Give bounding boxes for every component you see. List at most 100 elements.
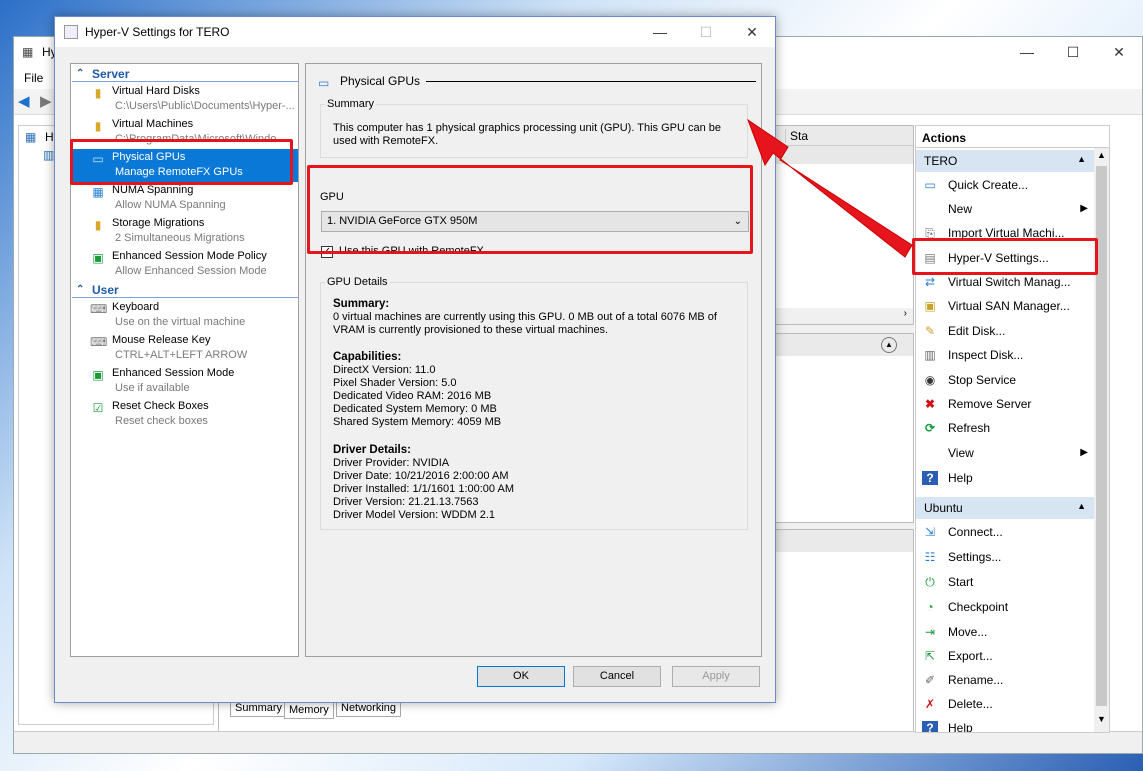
cancel-button[interactable]: Cancel [573,666,661,687]
nav-item-keyboard[interactable]: ⌨ Keyboard Use on the virtual machine [72,299,298,332]
storage-icon: ▮ [94,218,102,232]
driver-line: Driver Model Version: WDDM 2.1 [333,509,495,521]
nav-item-enhanced-session-mode[interactable]: ▣ Enhanced Session Mode Use if available [72,365,298,398]
driver-line: Driver Installed: 1/1/1601 1:00:00 AM [333,483,514,495]
action-label: Edit Disk... [948,324,1006,338]
delete-icon: ✗ [924,697,936,711]
action-refresh[interactable]: ⟳ Refresh [916,416,1094,440]
collapse-chevron-icon[interactable]: ⌃ [76,66,84,82]
nav-section-server[interactable]: ⌃ Server [72,66,298,82]
ok-button[interactable]: OK [477,666,565,687]
nav-item-subtitle: 2 Simultaneous Migrations [115,232,245,244]
remove-icon: ✖ [924,397,936,411]
nav-item-enhanced-session-policy[interactable]: ▣ Enhanced Session Mode Policy Allow Enh… [72,248,298,281]
action-group-tero[interactable]: TERO ▲ [916,150,1094,172]
minimize-icon[interactable]: — [1004,37,1050,67]
collapse-up-icon[interactable]: ▲ [881,337,897,353]
action-start[interactable]: ⏻ Start [916,570,1094,594]
nav-item-storage-migrations[interactable]: ▮ Storage Migrations 2 Simultaneous Migr… [72,215,298,248]
nav-item-title: NUMA Spanning [112,184,194,196]
collapse-icon[interactable]: ▲ [1077,154,1086,164]
scroll-down-icon[interactable]: ▼ [1097,714,1106,724]
manager-app-icon: ▦ [22,45,34,59]
action-label: Export... [948,649,993,663]
action-virtual-san-manager[interactable]: ▣ Virtual SAN Manager... [916,294,1094,318]
menu-file[interactable]: File [24,71,43,85]
nav-item-numa-spanning[interactable]: ▦ NUMA Spanning Allow NUMA Spanning [72,182,298,215]
submenu-arrow-icon: ▶ [1080,203,1088,214]
connect-icon: ⇲ [924,525,936,539]
reset-check-icon: ☑ [92,401,104,415]
monitor-icon: ▭ [924,178,936,192]
action-label: Move... [948,625,988,639]
nav-item-title: Keyboard [112,301,160,313]
back-arrow-icon[interactable]: ◀ [18,92,30,110]
action-stop-service[interactable]: ◉ Stop Service [916,368,1094,392]
action-quick-create[interactable]: ▭ Quick Create... [916,173,1094,197]
move-icon: ⇥ [924,625,936,639]
action-edit-disk[interactable]: ✎ Edit Disk... [916,319,1094,343]
scroll-up-icon[interactable]: ▲ [1097,150,1106,160]
maximize-icon[interactable]: ☐ [1050,37,1096,67]
settings-app-icon [64,25,78,39]
action-view[interactable]: View ▶ [916,441,1094,465]
page-title: Physical GPUs [340,74,421,88]
close-icon[interactable]: ✕ [1096,37,1142,67]
rename-icon: ✐ [924,673,936,687]
action-inspect-disk[interactable]: ▥ Inspect Disk... [916,343,1094,367]
forward-arrow-icon[interactable]: ▶ [40,92,52,110]
action-connect[interactable]: ⇲ Connect... [916,520,1094,544]
nav-item-virtual-hard-disks[interactable]: ▮ Virtual Hard Disks C:\Users\Public\Doc… [72,83,298,116]
details-summary-heading: Summary: [333,298,390,310]
nav-item-title: Virtual Hard Disks [112,85,200,97]
action-checkpoint[interactable]: ◔ Checkpoint [916,595,1094,619]
action-move[interactable]: ⇥ Move... [916,620,1094,644]
nav-item-title: Enhanced Session Mode [112,367,235,379]
action-help[interactable]: ? Help [916,466,1094,490]
action-label: Help [948,721,973,733]
dialog-close-icon[interactable]: ✕ [729,17,775,47]
actions-scrollbar[interactable]: ▲ ▼ [1094,148,1109,732]
action-help-vm[interactable]: ? Help [916,716,1094,733]
keyboard-icon: ⌨ [90,302,108,316]
help-icon: ? [922,721,938,732]
nav-section-server-label: Server [92,67,130,81]
actions-title: Actions [916,126,1109,148]
numa-icon: ▦ [92,185,104,199]
nav-item-subtitle: Use on the virtual machine [115,316,246,328]
header-rule [426,81,756,82]
nav-section-user[interactable]: ⌃ User [72,282,298,298]
details-summary-line: 0 virtual machines are currently using t… [333,311,717,323]
action-new[interactable]: New ▶ [916,197,1094,221]
action-group-ubuntu-label: Ubuntu [924,501,963,515]
annotation-arrow [746,118,913,258]
nav-item-title: Storage Migrations [112,217,205,229]
server-node-icon[interactable]: ▥ [43,148,54,162]
submenu-arrow-icon: ▶ [1080,447,1088,458]
nav-item-subtitle: Allow Enhanced Session Mode [115,265,267,277]
nav-item-reset-check-boxes[interactable]: ☑ Reset Check Boxes Reset check boxes [72,398,298,431]
capability-line: Dedicated System Memory: 0 MB [333,403,497,415]
action-remove-server[interactable]: ✖ Remove Server [916,392,1094,416]
action-group-ubuntu[interactable]: Ubuntu ▲ [916,497,1094,519]
driver-line: Driver Date: 10/21/2016 2:00:00 AM [333,470,509,482]
inspect-disk-icon: ▥ [924,348,936,362]
nav-item-mouse-release-key[interactable]: ⌨ Mouse Release Key CTRL+ALT+LEFT ARROW [72,332,298,365]
dialog-minimize-icon[interactable]: — [637,17,683,47]
start-icon: ⏻ [925,575,935,589]
capability-line: DirectX Version: 11.0 [333,364,436,376]
highlight-box-gpu-section [307,165,753,254]
apply-button: Apply [672,666,760,687]
action-settings[interactable]: ☷ Settings... [916,545,1094,569]
collapse-icon[interactable]: ▲ [1077,501,1086,511]
tab-memory[interactable]: Memory [284,702,334,719]
nav-item-title: Virtual Machines [112,118,194,130]
action-delete[interactable]: ✗ Delete... [916,692,1094,716]
action-rename[interactable]: ✐ Rename... [916,668,1094,692]
action-label: Quick Create... [948,178,1029,192]
summary-group: Summary This computer has 1 physical gra… [320,98,748,158]
scroll-right-icon[interactable]: › [904,308,907,319]
session-icon: ▣ [92,368,104,382]
collapse-chevron-icon[interactable]: ⌃ [76,282,84,298]
action-export[interactable]: ⇱ Export... [916,644,1094,668]
